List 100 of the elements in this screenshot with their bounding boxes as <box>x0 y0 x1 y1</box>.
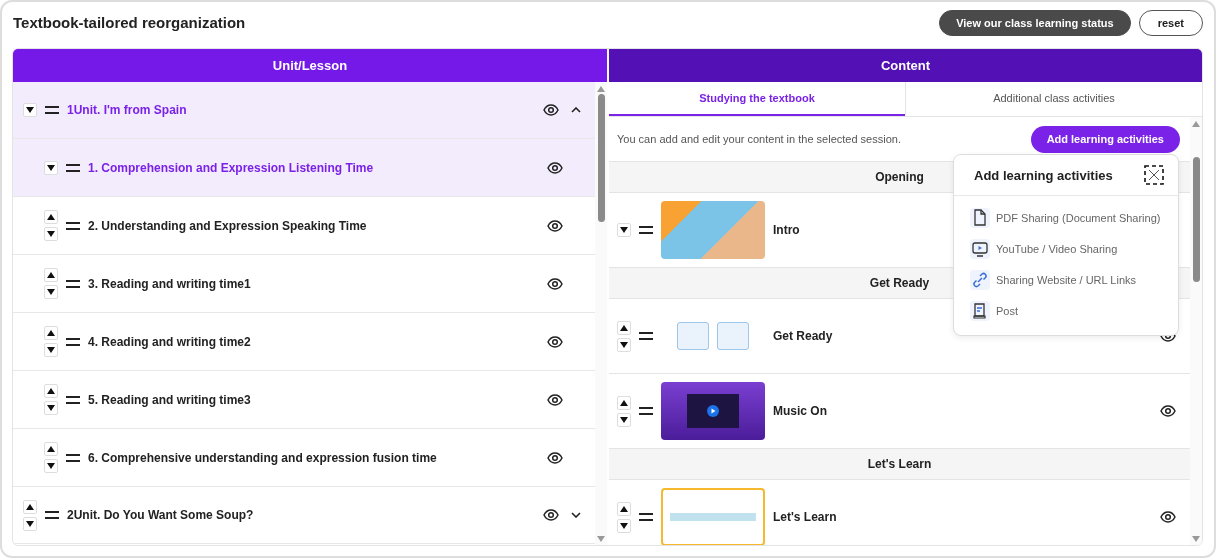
caret-down-icon <box>620 522 628 529</box>
caret-down-icon <box>620 227 628 233</box>
drag-handle-icon[interactable] <box>639 407 653 415</box>
lesson-row[interactable]: 6. Comprehensive understanding and expression fusion time <box>13 429 595 487</box>
move-up-button[interactable] <box>617 320 631 335</box>
lesson-title: 4. Reading and writing time2 <box>88 334 252 349</box>
popup-title: Add learning activities <box>974 167 1114 183</box>
move-down-button[interactable] <box>617 223 631 237</box>
content-title: Intro <box>773 223 801 237</box>
add-activities-button[interactable]: Add learning activities <box>1030 125 1180 153</box>
lesson-title: 5. Reading and writing time3 <box>88 392 252 407</box>
caret-down-icon <box>47 289 55 295</box>
eye-icon[interactable] <box>547 451 563 464</box>
eye-icon[interactable] <box>547 161 563 174</box>
caret-up-icon <box>47 214 55 220</box>
activity-option[interactable]: YouTube / Video Sharing <box>970 239 1178 259</box>
unit-title: 1Unit. I'm from Spain <box>67 103 188 117</box>
lesson-row[interactable]: 3. Reading and writing time1 <box>13 255 595 313</box>
caret-down-icon <box>47 347 55 353</box>
drag-handle-icon[interactable] <box>639 513 653 521</box>
move-down-button[interactable] <box>44 459 58 473</box>
column-header: Content <box>609 49 1202 82</box>
caret-up-icon <box>47 330 55 336</box>
caret-up-icon <box>620 505 628 512</box>
drag-handle-icon[interactable] <box>639 226 653 234</box>
move-down-button[interactable] <box>617 518 631 533</box>
section-header: Let's Learn <box>609 449 1190 480</box>
move-down-button[interactable] <box>44 160 58 175</box>
eye-icon[interactable] <box>543 104 559 116</box>
move-down-button[interactable] <box>44 227 58 241</box>
lesson-row[interactable]: 4. Reading and writing time2 <box>13 313 595 371</box>
drag-handle-icon[interactable] <box>66 395 80 404</box>
move-up-button[interactable] <box>44 268 58 282</box>
move-up-button[interactable] <box>44 326 58 340</box>
activity-option[interactable]: Sharing Website / URL Links <box>970 270 1178 290</box>
activity-option[interactable]: Post <box>970 301 1178 321</box>
eye-icon[interactable] <box>543 509 559 521</box>
column-header: Unit/Lesson <box>13 49 607 82</box>
drag-handle-icon[interactable] <box>66 453 80 462</box>
eye-icon[interactable] <box>1160 405 1176 417</box>
eye-icon[interactable] <box>1160 511 1176 523</box>
move-up-button[interactable] <box>617 501 631 516</box>
eye-icon[interactable] <box>547 393 563 406</box>
eye-icon[interactable] <box>547 277 563 290</box>
move-up-button[interactable] <box>44 442 58 456</box>
drag-handle-icon[interactable] <box>45 511 59 519</box>
lesson-title: 3. Reading and writing time1 <box>88 276 252 291</box>
lesson-row[interactable]: 2. Understanding and Expression Speaking Time <box>13 197 595 255</box>
drag-handle-icon[interactable] <box>45 106 59 114</box>
content-row[interactable]: Let's Learn <box>609 480 1190 545</box>
page-title: Textbook-tailored reorganization <box>13 13 247 31</box>
drag-handle-icon[interactable] <box>639 332 653 340</box>
move-down-button[interactable] <box>44 343 58 357</box>
caret-up-icon <box>47 446 55 452</box>
activity-option[interactable]: PDF Sharing (Document Sharing) <box>970 208 1178 228</box>
drag-handle-icon[interactable] <box>66 163 80 172</box>
unit-row[interactable]: 2Unit. Do You Want Some Soup? <box>13 487 595 544</box>
caret-up-icon <box>47 272 55 278</box>
content-row[interactable]: Music On <box>609 374 1190 449</box>
move-down-button[interactable] <box>44 401 58 415</box>
drag-handle-icon[interactable] <box>66 279 80 288</box>
move-up-button[interactable] <box>44 210 58 224</box>
move-up-button[interactable] <box>23 499 37 514</box>
caret-down-icon <box>620 416 628 423</box>
unit-title: 2Unit. Do You Want Some Soup? <box>67 508 255 522</box>
lesson-title: 6. Comprehensive understanding and expression fusion time <box>88 450 438 465</box>
lesson-title: 1. Comprehension and Expression Listening Time <box>88 160 375 175</box>
content-title: Let's Learn <box>773 510 838 524</box>
document-icon <box>970 208 990 228</box>
move-up-button[interactable] <box>44 384 58 398</box>
scrollbar[interactable] <box>595 82 607 545</box>
lesson-row[interactable]: 1. Comprehension and Expression Listening Time <box>13 139 595 197</box>
drag-handle-icon[interactable] <box>66 337 80 346</box>
caret-down-icon <box>47 231 55 237</box>
caret-down-icon <box>47 463 55 469</box>
chevron-up-icon[interactable] <box>571 107 581 113</box>
close-icon[interactable] <box>1144 165 1164 185</box>
eye-icon[interactable] <box>547 219 563 232</box>
move-up-button[interactable] <box>617 395 631 410</box>
caret-up-icon <box>47 388 55 394</box>
caret-up-icon <box>620 324 628 331</box>
move-down-button[interactable] <box>44 285 58 299</box>
lesson-title: 2. Understanding and Expression Speaking Time <box>88 218 368 233</box>
class-status-button[interactable]: View our class learning status <box>939 10 1131 36</box>
eye-icon[interactable] <box>547 335 563 348</box>
post-icon <box>970 301 990 321</box>
move-down-button[interactable] <box>23 516 37 531</box>
caret-up-icon <box>620 399 628 406</box>
drag-handle-icon[interactable] <box>66 221 80 230</box>
caret-down-icon <box>620 341 628 348</box>
lesson-row[interactable]: 5. Reading and writing time3 <box>13 371 595 429</box>
chevron-down-icon[interactable] <box>571 512 581 518</box>
reset-button[interactable]: reset <box>1138 10 1203 36</box>
content-title: Get Ready <box>773 329 834 343</box>
move-down-button[interactable] <box>23 103 37 117</box>
move-down-button[interactable] <box>617 412 631 427</box>
caret-down-icon <box>26 107 34 113</box>
scrollbar[interactable] <box>1190 117 1202 545</box>
move-down-button[interactable] <box>617 337 631 352</box>
unit-row[interactable]: 1Unit. I'm from Spain <box>13 82 595 139</box>
